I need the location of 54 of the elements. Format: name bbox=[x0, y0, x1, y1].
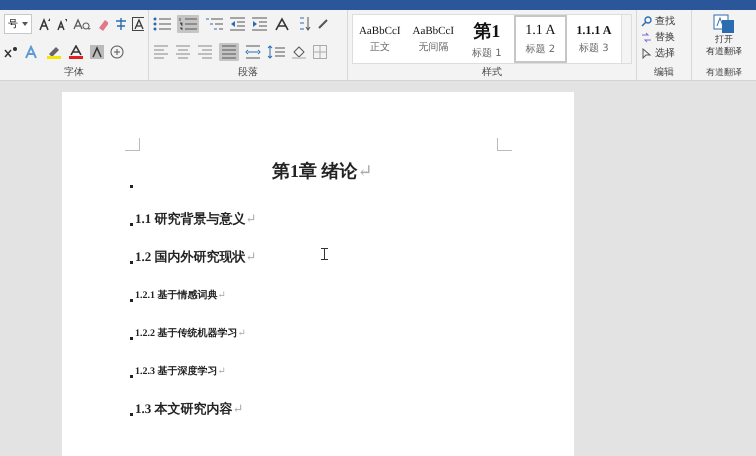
group-label: 字体 bbox=[63, 66, 85, 80]
group-label: 段落 bbox=[237, 66, 259, 80]
asian-layout-icon[interactable] bbox=[273, 17, 291, 31]
heading-text: 1.1 研究背景与意义↵ bbox=[135, 210, 256, 228]
grow-font-icon[interactable] bbox=[38, 17, 50, 31]
numbered-list-button[interactable] bbox=[177, 15, 199, 33]
justify-button[interactable] bbox=[219, 43, 239, 61]
text-cursor-icon bbox=[321, 248, 328, 260]
heading-text: 1.2.1 基于情感词典↵ bbox=[135, 288, 226, 302]
translate-button[interactable]: 打开 有道翻译 bbox=[706, 14, 742, 66]
multilevel-list-icon[interactable] bbox=[205, 17, 223, 31]
heading-text: 1.2.2 基于传统机器学习↵ bbox=[135, 326, 246, 340]
translate-icon bbox=[713, 14, 735, 34]
style-item[interactable]: 1.1 A 标题 2 bbox=[514, 15, 568, 63]
group-label: 样式 bbox=[481, 66, 503, 80]
editing-command[interactable]: 选择 bbox=[641, 46, 687, 60]
bullet-list-icon[interactable] bbox=[153, 17, 171, 31]
font-size-field[interactable]: 号 bbox=[4, 14, 32, 34]
heading-text: 第1章 绪论↵ bbox=[272, 160, 373, 183]
character-border-icon[interactable] bbox=[132, 17, 144, 31]
editing-command[interactable]: 替换 bbox=[641, 30, 687, 44]
heading-text: 1.2.3 基于深度学习↵ bbox=[135, 364, 226, 378]
superscript-icon[interactable] bbox=[4, 46, 18, 58]
increase-indent-icon[interactable] bbox=[251, 17, 267, 31]
font-color-icon[interactable] bbox=[68, 45, 84, 59]
character-shading-icon[interactable] bbox=[90, 45, 104, 59]
eraser-icon[interactable] bbox=[96, 18, 108, 30]
heading-text: 1.3 本文研究内容↵ bbox=[135, 400, 244, 418]
phonetic-guide-icon[interactable] bbox=[114, 17, 126, 31]
highlighter-icon[interactable] bbox=[46, 45, 62, 59]
enclosed-character-icon[interactable] bbox=[110, 45, 124, 59]
paint-bucket-icon[interactable] bbox=[291, 45, 307, 59]
line-spacing-icon[interactable] bbox=[267, 45, 285, 59]
group-label: 有道翻译 bbox=[706, 66, 742, 80]
style-item[interactable]: AaBbCcI 无间隔 bbox=[406, 15, 460, 63]
decrease-indent-icon[interactable] bbox=[229, 17, 245, 31]
group-label: 编辑 bbox=[653, 66, 675, 80]
align-left-icon[interactable] bbox=[153, 45, 169, 59]
style-item[interactable]: 第1 标题 1 bbox=[460, 15, 514, 63]
change-case-icon[interactable] bbox=[73, 18, 91, 30]
search-icon bbox=[641, 16, 652, 26]
sort-icon[interactable] bbox=[297, 16, 311, 32]
align-right-icon[interactable] bbox=[197, 45, 213, 59]
distributed-icon[interactable] bbox=[245, 45, 261, 59]
align-center-icon[interactable] bbox=[175, 45, 191, 59]
shrink-font-icon[interactable] bbox=[56, 18, 68, 30]
dropdown-caret-icon bbox=[22, 22, 28, 26]
style-item[interactable]: AaBbCcI 正文 bbox=[353, 15, 407, 63]
gallery-scrollbar[interactable] bbox=[620, 15, 631, 63]
heading-text: 1.2 国内外研究现状↵ bbox=[135, 248, 256, 266]
cursor-icon bbox=[641, 48, 652, 58]
style-item[interactable]: 1.1.1 A 标题 3 bbox=[567, 15, 621, 63]
replace-icon bbox=[641, 32, 652, 42]
editing-command[interactable]: 查找 bbox=[641, 14, 687, 28]
